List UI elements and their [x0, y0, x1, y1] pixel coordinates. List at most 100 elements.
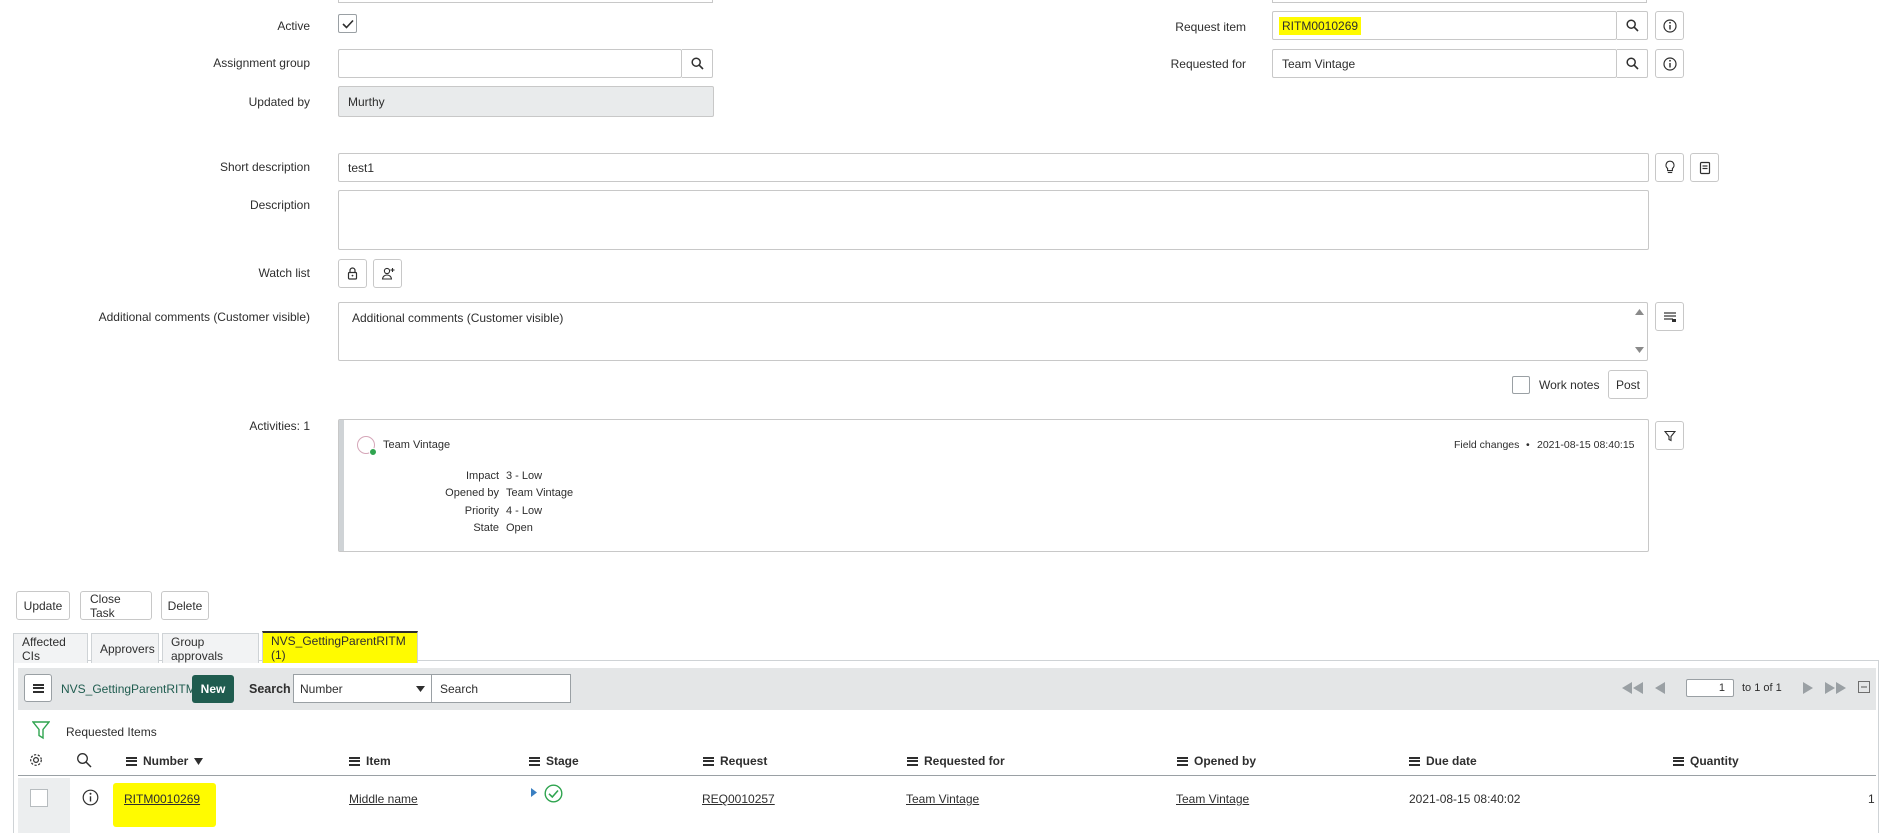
request-item-info-button[interactable] [1655, 11, 1684, 40]
list-menu-button[interactable] [24, 674, 52, 702]
prev-page-icon[interactable] [1655, 682, 1666, 694]
search-icon[interactable] [76, 752, 92, 768]
scroll-up-icon[interactable] [1635, 309, 1644, 315]
assignment-group-label: Assignment group [213, 56, 310, 70]
list-title: NVS_GettingParentRITM [61, 682, 196, 696]
activities-label: Activities: 1 [249, 419, 310, 433]
collapse-list-icon[interactable] [1858, 681, 1870, 693]
row-number-link[interactable]: RITM0010269 [124, 792, 200, 806]
list-search-input[interactable]: Search [432, 674, 571, 703]
watch-list-lock-button[interactable] [338, 259, 367, 288]
tab-approvers[interactable]: Approvers [91, 633, 159, 663]
row-due-date: 2021-08-15 08:40:02 [1409, 792, 1521, 806]
row-request-link[interactable]: REQ0010257 [702, 792, 775, 806]
short-description-label: Short description [219, 160, 310, 174]
change-field: State [473, 522, 499, 534]
description-label: Description [249, 198, 310, 212]
update-button[interactable]: Update [16, 591, 70, 620]
lock-icon [347, 267, 358, 280]
column-label: Request [720, 754, 768, 768]
tab-nvs-getting-parent-ritm[interactable]: NVS_GettingParentRITM (1) [262, 631, 418, 663]
change-field: Priority [464, 505, 499, 517]
column-menu-icon[interactable] [1409, 756, 1420, 766]
active-label: Active [277, 19, 310, 33]
scroll-down-icon[interactable] [1635, 347, 1644, 353]
column-header-request[interactable]: Request [703, 754, 767, 768]
filter-icon [1663, 430, 1676, 441]
template-button[interactable] [1690, 153, 1719, 182]
new-button[interactable]: New [192, 675, 234, 703]
filter-icon[interactable] [32, 720, 50, 740]
search-field-select[interactable]: Number [293, 674, 432, 703]
delete-button[interactable]: Delete [161, 591, 209, 620]
last-page-icon[interactable] [1824, 682, 1846, 694]
row-opened-by-link[interactable]: Team Vintage [1176, 792, 1249, 806]
expand-stage-icon[interactable] [531, 788, 537, 797]
column-header-opened-by[interactable]: Opened by [1177, 754, 1256, 768]
suggestion-button[interactable] [1655, 153, 1684, 182]
column-label: Requested for [924, 754, 1005, 768]
tab-affected-cis[interactable]: Affected CIs [13, 633, 88, 663]
column-menu-icon[interactable] [1673, 756, 1684, 766]
list-icon [1663, 311, 1676, 322]
search-icon [1625, 57, 1639, 70]
work-notes-checkbox[interactable] [1512, 376, 1530, 394]
tab-group-approvals[interactable]: Group approvals [162, 633, 259, 663]
page-input[interactable]: 1 [1686, 679, 1734, 697]
column-menu-icon[interactable] [907, 756, 918, 766]
search-field-value: Number [300, 681, 343, 696]
column-menu-icon[interactable] [1177, 756, 1188, 766]
watch-list-add-me-button[interactable] [373, 259, 402, 288]
additional-comments-placeholder: Additional comments (Customer visible) [352, 311, 564, 325]
request-item-label: Request item [1175, 20, 1246, 34]
column-menu-icon[interactable] [703, 756, 714, 766]
hamburger-icon [32, 683, 44, 693]
page-value: 1 [1718, 682, 1725, 694]
column-menu-icon[interactable] [126, 756, 137, 766]
cutoff-field-right [1272, 0, 1647, 3]
additional-comments-textarea[interactable]: Additional comments (Customer visible) [338, 302, 1648, 361]
column-label: Quantity [1690, 754, 1739, 768]
requested-for-lookup-button[interactable] [1617, 49, 1648, 78]
column-header-number[interactable]: Number [126, 754, 204, 768]
column-header-stage[interactable]: Stage [529, 754, 579, 768]
column-header-requested-for[interactable]: Requested for [907, 754, 1005, 768]
search-label: Search [249, 682, 291, 696]
column-header-due-date[interactable]: Due date [1409, 754, 1477, 768]
textarea-scrollbar[interactable] [1632, 303, 1647, 360]
row-quantity: 1 [1868, 792, 1875, 806]
requested-for-info-button[interactable] [1655, 49, 1684, 78]
close-task-button[interactable]: Close Task [80, 591, 152, 620]
column-label: Due date [1426, 754, 1477, 768]
breadcrumb[interactable]: Requested Items [66, 725, 157, 739]
active-checkbox[interactable] [338, 14, 357, 33]
activity-stream: Team Vintage Field changes • 2021-08-15 … [338, 419, 1649, 552]
column-menu-icon[interactable] [529, 756, 540, 766]
assignment-group-lookup-button[interactable] [682, 49, 713, 78]
list-search-placeholder: Search [440, 681, 479, 696]
column-header-item[interactable]: Item [349, 754, 391, 768]
search-icon [1625, 19, 1639, 32]
requested-for-value: Team Vintage [1282, 56, 1356, 71]
activity-filter-button[interactable] [1655, 421, 1684, 450]
row-requested-for-link[interactable]: Team Vintage [906, 792, 979, 806]
post-button[interactable]: Post [1608, 370, 1648, 399]
row-item-link[interactable]: Middle name [349, 792, 418, 806]
first-page-icon[interactable] [1622, 682, 1644, 694]
request-item-lookup-button[interactable] [1617, 11, 1648, 40]
assignment-group-field[interactable] [338, 49, 682, 78]
short-description-field[interactable]: test1 [338, 153, 1649, 182]
column-header-quantity[interactable]: Quantity [1673, 754, 1739, 768]
column-menu-icon[interactable] [349, 756, 360, 766]
online-status-dot [369, 448, 377, 456]
requested-for-field[interactable]: Team Vintage [1272, 49, 1617, 78]
request-item-field[interactable]: RITM0010269 [1272, 11, 1617, 40]
updated-by-field: Murthy [338, 86, 714, 117]
gear-icon[interactable] [28, 752, 44, 768]
comments-journal-button[interactable] [1655, 302, 1684, 331]
next-page-icon[interactable] [1802, 682, 1813, 694]
description-textarea[interactable] [338, 190, 1649, 250]
row-checkbox[interactable] [30, 789, 48, 807]
info-icon[interactable] [82, 789, 99, 806]
change-value: Team Vintage [506, 487, 574, 499]
